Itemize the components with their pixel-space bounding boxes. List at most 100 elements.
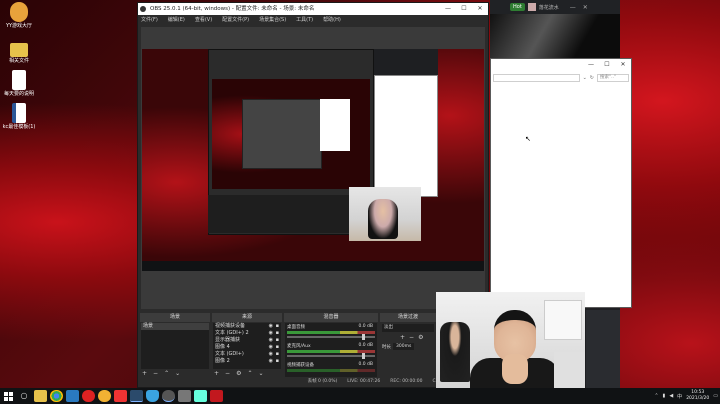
source-item[interactable]: 文本 (GDI+) 2 ◉ ▪ — [213, 330, 281, 337]
obs-logo-icon — [140, 6, 146, 12]
lock-icon[interactable]: ▪ — [276, 358, 279, 365]
source-item[interactable]: 图像 4 ◉ ▪ — [213, 344, 281, 351]
folder-icon[interactable] — [33, 390, 47, 402]
volume-slider[interactable] — [287, 353, 375, 359]
shield-icon[interactable] — [145, 390, 159, 402]
audio-meter — [287, 369, 375, 372]
game-icon[interactable] — [97, 390, 111, 402]
desktop-icon-related-files[interactable]: 相关文件 — [2, 40, 36, 64]
webcam-window-frame — [544, 300, 582, 340]
lock-icon[interactable]: ▪ — [276, 330, 279, 337]
sources-list: 视频捕获设备 ◉ ▪ 文本 (GDI+) 2 ◉ ▪ 显示器捕获 ◉ ▪ 图像 4 ◉ ▪ 文本… — [213, 323, 281, 369]
add-transition-button[interactable]: + — [400, 334, 405, 341]
username: 落花流水 — [538, 4, 559, 11]
minimize-icon[interactable]: — — [583, 59, 599, 71]
gear-icon[interactable]: ⚙ — [418, 334, 423, 341]
hot-badge[interactable]: Hot — [510, 3, 525, 11]
dark-app-media — [490, 14, 620, 60]
live-timer: LIVE: 00:47:26 — [347, 379, 381, 384]
menu-profile[interactable]: 配置文件(P) — [222, 15, 249, 25]
eye-icon[interactable]: ◉ — [269, 344, 273, 351]
scene-item[interactable]: 场景 — [141, 323, 209, 330]
eye-icon[interactable]: ◉ — [269, 323, 273, 330]
menu-tools[interactable]: 工具(T) — [296, 15, 313, 25]
source-item[interactable]: 图像 2 ◉ ▪ — [213, 358, 281, 365]
document-icon — [12, 70, 26, 90]
mixer-dock-title: 混音器 — [284, 313, 378, 322]
eye-icon[interactable]: ◉ — [269, 337, 273, 344]
steam-icon[interactable] — [129, 390, 143, 402]
lock-icon[interactable]: ▪ — [276, 344, 279, 351]
clock-date: 2021/3/20 — [686, 396, 710, 401]
app-icon[interactable] — [193, 390, 207, 402]
eye-icon[interactable]: ◉ — [269, 351, 273, 358]
menu-help[interactable]: 帮助(H) — [323, 15, 341, 25]
webcam-second-person — [440, 322, 470, 382]
source-item[interactable]: 文本 (GDI+) ◉ ▪ — [213, 351, 281, 358]
search-input[interactable]: 搜索".." — [597, 74, 629, 82]
app-icon[interactable] — [65, 390, 79, 402]
input-language[interactable]: 中 — [677, 393, 682, 400]
chrome-icon[interactable] — [49, 390, 63, 402]
close-icon[interactable]: ✕ — [615, 59, 631, 71]
volume-icon[interactable]: ◀ — [669, 393, 673, 399]
yy-game-icon — [10, 2, 28, 22]
explorer-address-row: ⌄ ↻ 搜索".." — [493, 73, 629, 83]
folder-icon — [10, 43, 28, 57]
scenes-dock: 场景 场景 + − ⌃ ⌄ — [140, 313, 210, 379]
app-icon[interactable] — [177, 390, 191, 402]
app-icon[interactable] — [113, 390, 127, 402]
file-explorer-window: — ☐ ✕ ⌄ ↻ 搜索".." ↖ — [490, 58, 632, 308]
obs-menu-bar: 文件(F) 编辑(E) 查看(V) 配置文件(P) 场景集合(S) 工具(T) … — [138, 15, 488, 25]
rec-timer: REC: 00:00:00 — [390, 379, 423, 384]
chevron-up-icon[interactable]: ⌃ — [654, 393, 658, 399]
menu-edit[interactable]: 编辑(E) — [168, 15, 185, 25]
mixer-dock: 混音器 桌面音频 0.0 dB 麦克风/Aux 0.0 dB 视频捕获设备 0.… — [284, 313, 378, 379]
source-item[interactable]: 显示器捕获 ◉ ▪ — [213, 337, 281, 344]
cursor-icon: ↖ — [525, 135, 531, 143]
minimize-icon[interactable]: — — [570, 4, 576, 11]
mixer-channels: 桌面音频 0.0 dB 麦克风/Aux 0.0 dB 视频捕获设备 0.0 dB — [285, 323, 377, 377]
clock[interactable]: 10:53 2021/3/20 — [686, 390, 709, 402]
netease-icon[interactable] — [81, 390, 95, 402]
transition-select[interactable]: 淡出 — [382, 324, 434, 332]
system-tray: ⌃ ▮ ◀ 中 10:53 2021/3/20 ▭ — [654, 388, 718, 404]
volume-slider[interactable] — [287, 334, 375, 340]
desktop-icon-kc-template[interactable]: kc最佳模板(1) — [2, 103, 36, 130]
chevron-down-icon[interactable]: ⌄ — [583, 75, 587, 81]
source-item[interactable]: 视频捕获设备 ◉ ▪ — [213, 323, 281, 330]
eye-icon[interactable]: ◉ — [269, 358, 273, 365]
lock-icon[interactable]: ▪ — [276, 351, 279, 358]
desktop-icon-yy-game[interactable]: YY游戏大厅 — [2, 2, 36, 29]
start-button[interactable] — [0, 388, 16, 404]
remove-transition-button[interactable]: − — [409, 334, 414, 341]
wps-icon[interactable] — [209, 390, 223, 402]
eye-icon[interactable]: ◉ — [269, 330, 273, 337]
network-icon[interactable]: ▮ — [663, 393, 666, 399]
menu-view[interactable]: 查看(V) — [195, 15, 212, 25]
obs-titlebar: OBS 25.0.1 (64-bit, windows) - 配置文件: 未命名… — [138, 3, 488, 15]
scenes-dock-title: 场景 — [140, 313, 210, 322]
desktop-icon-daily-notes[interactable]: 每天要的说明 — [2, 70, 36, 97]
lock-icon[interactable]: ▪ — [276, 323, 279, 330]
refresh-icon[interactable]: ↻ — [590, 75, 594, 81]
preview-explorer — [374, 75, 438, 197]
search-icon[interactable]: ○ — [18, 390, 31, 402]
mixer-channel-desktop: 桌面音频 0.0 dB — [285, 323, 377, 342]
obs-icon[interactable] — [161, 390, 175, 402]
menu-file[interactable]: 文件(F) — [141, 15, 158, 25]
duration-field[interactable]: 300ms — [393, 343, 415, 350]
notification-icon[interactable]: ▭ — [713, 393, 718, 399]
minimize-icon[interactable]: — — [440, 3, 456, 15]
lock-icon[interactable]: ▪ — [276, 337, 279, 344]
dropped-frames: 丢帧 0 (0.0%) — [307, 379, 338, 384]
maximize-icon[interactable]: ☐ — [599, 59, 615, 71]
window-title: OBS 25.0.1 (64-bit, windows) - 配置文件: 未命名… — [150, 6, 315, 12]
close-icon[interactable]: ✕ — [472, 3, 488, 15]
address-bar[interactable] — [493, 74, 580, 82]
obs-preview-canvas[interactable] — [142, 49, 484, 271]
maximize-icon[interactable]: ☐ — [456, 3, 472, 15]
preview-nested-window — [242, 99, 322, 169]
menu-scene-collection[interactable]: 场景集合(S) — [259, 15, 286, 25]
close-icon[interactable]: ✕ — [583, 4, 588, 11]
